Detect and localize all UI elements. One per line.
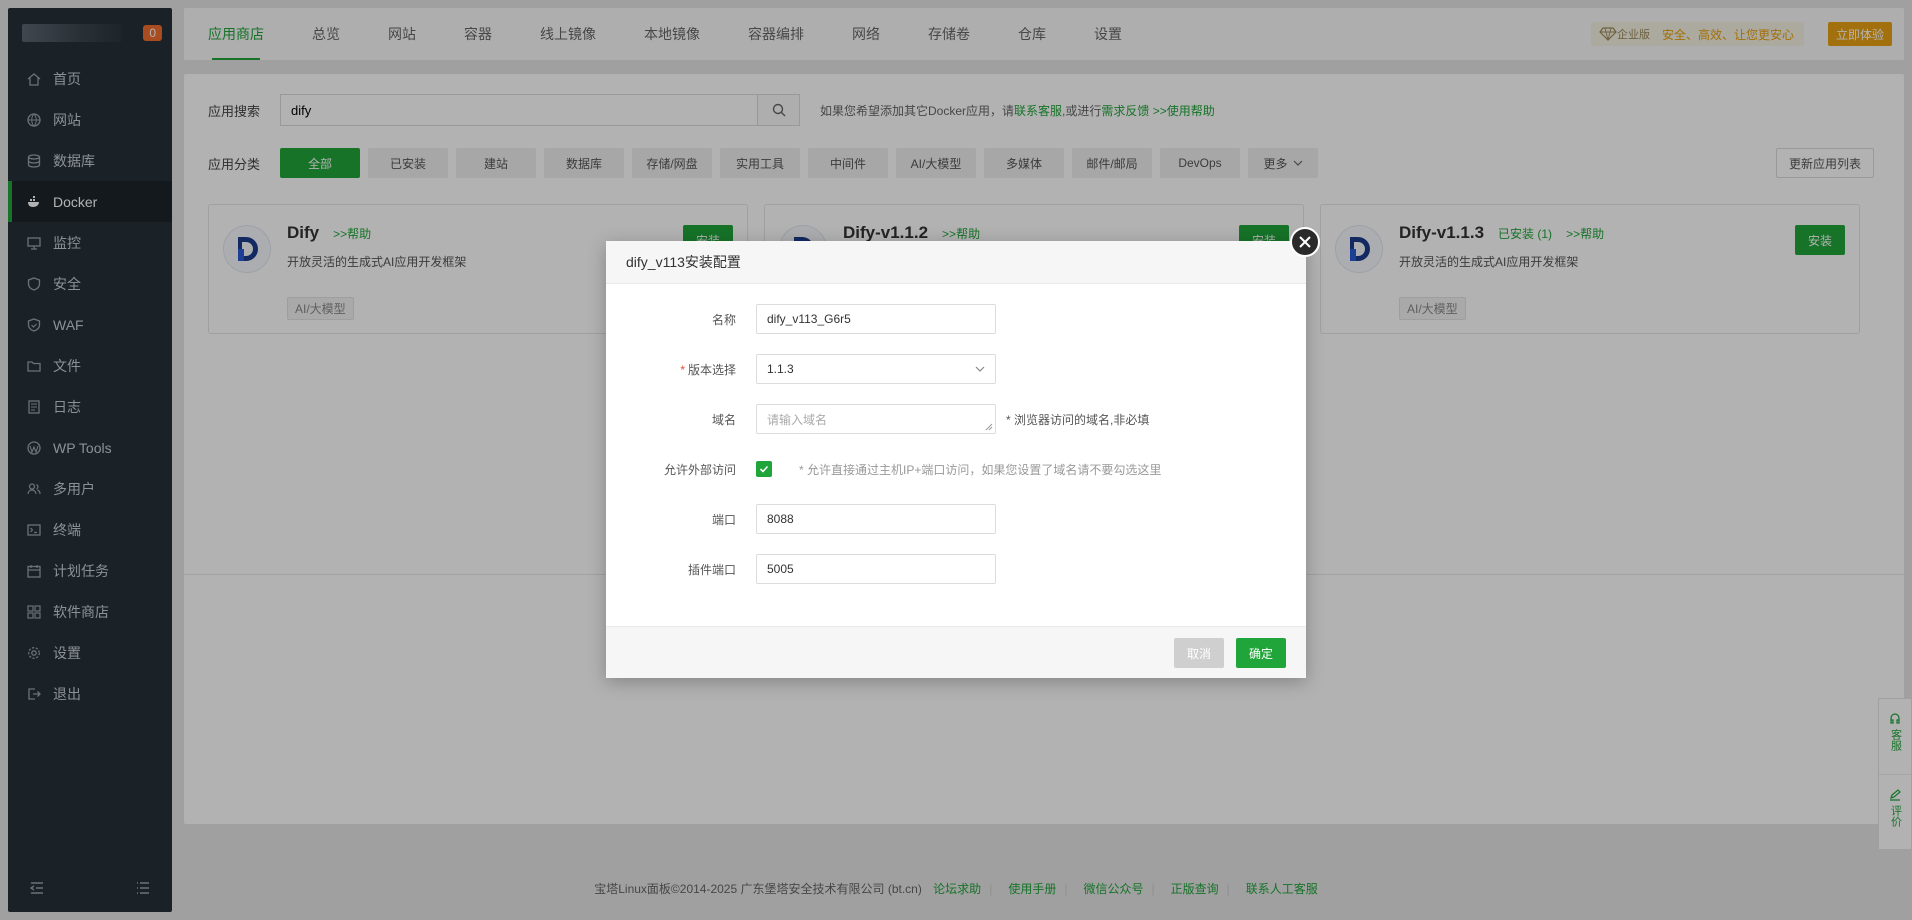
port-label: 端口 <box>711 512 736 527</box>
domain-row: 域名 请输入域名 * 浏览器访问的域名,非必填 <box>606 403 1306 435</box>
chevron-down-icon <box>975 366 985 372</box>
plugin-port-label: 插件端口 <box>687 562 736 577</box>
dialog-title: dify_v113安装配置 <box>606 241 1306 284</box>
cancel-button[interactable]: 取消 <box>1174 638 1224 668</box>
port-input[interactable]: 8088 <box>756 504 996 534</box>
plugin-port-row: 插件端口 5005 <box>606 553 1306 585</box>
plugin-port-input[interactable]: 5005 <box>756 554 996 584</box>
close-icon[interactable] <box>1290 227 1320 257</box>
external-access-label: 允许外部访问 <box>663 462 736 477</box>
version-select[interactable]: 1.1.3 <box>756 354 996 384</box>
external-access-note: * 允许直接通过主机IP+端口访问，如果您设置了域名请不要勾选这里 <box>799 462 1162 477</box>
domain-label: 域名 <box>711 412 736 427</box>
version-label: * 版本选择 <box>680 362 736 377</box>
domain-note: * 浏览器访问的域名,非必填 <box>1006 412 1150 427</box>
check-icon <box>759 465 769 473</box>
name-label: 名称 <box>711 312 736 327</box>
name-row: 名称 dify_v113_G6r5 <box>606 303 1306 335</box>
install-config-dialog: dify_v113安装配置 名称 dify_v113_G6r5 * 版本选择 1.… <box>606 227 1320 678</box>
version-row: * 版本选择 1.1.3 <box>606 353 1306 385</box>
port-row: 端口 8088 <box>606 503 1306 535</box>
external-access-checkbox[interactable] <box>756 461 772 477</box>
external-access-row: 允许外部访问 * 允许直接通过主机IP+端口访问，如果您设置了域名请不要勾选这里 <box>606 453 1306 485</box>
confirm-button[interactable]: 确定 <box>1236 638 1286 668</box>
dialog-footer: 取消 确定 <box>606 626 1306 678</box>
name-input[interactable]: dify_v113_G6r5 <box>756 304 996 334</box>
resize-handle-icon <box>985 423 993 431</box>
domain-textarea[interactable]: 请输入域名 <box>756 404 996 434</box>
